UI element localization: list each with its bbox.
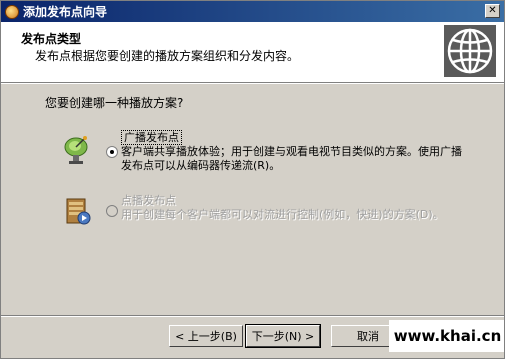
watermark: www.khai.cn <box>389 320 504 352</box>
option-broadcast-label: 广播发布点 <box>121 130 182 145</box>
option-on-demand-label: 点播发布点 <box>121 194 176 207</box>
app-icon <box>5 4 19 19</box>
radio-on-demand[interactable] <box>106 205 118 217</box>
back-button[interactable]: < 上一步(B) <box>169 325 243 347</box>
radio-broadcast[interactable] <box>106 146 118 158</box>
broadcast-dish-icon <box>61 134 93 166</box>
option-broadcast-description: 客户端共享播放体验；用于创建与观看电视节目类似的方案。使用广播发布点可以从编码器… <box>121 145 462 172</box>
option-on-demand[interactable]: 点播发布点 用于创建每个客户端都可以对流进行控制(例如，快进)的方案(D)。 <box>121 194 481 222</box>
globe-icon <box>444 25 496 77</box>
next-button[interactable]: 下一步(N) > <box>245 324 321 348</box>
on-demand-server-icon <box>61 195 93 227</box>
question-label: 您要创建哪一种播放方案? <box>45 96 184 110</box>
option-on-demand-description: 用于创建每个客户端都可以对流进行控制(例如，快进)的方案(D)。 <box>121 208 444 221</box>
page-title: 发布点类型 <box>21 32 82 46</box>
option-broadcast[interactable]: 广播发布点 客户端共享播放体验；用于创建与观看电视节目类似的方案。使用广播发布点… <box>121 130 471 173</box>
title-bar: 添加发布点向导 ✕ <box>1 1 504 22</box>
window-title: 添加发布点向导 <box>23 5 108 19</box>
wizard-window: 添加发布点向导 ✕ 发布点类型 发布点根据您要创建的播放方案组织和分发内容。 您… <box>0 0 505 359</box>
wizard-header: 发布点类型 发布点根据您要创建的播放方案组织和分发内容。 <box>1 22 504 83</box>
page-description: 发布点根据您要创建的播放方案组织和分发内容。 <box>35 49 300 63</box>
close-button[interactable]: ✕ <box>485 4 500 18</box>
